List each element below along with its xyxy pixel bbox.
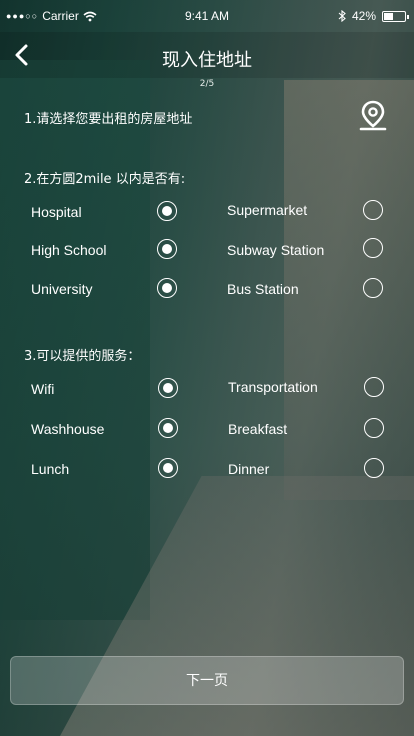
- option-label-subway-station: Subway Station: [227, 242, 325, 258]
- battery-icon: [382, 10, 409, 22]
- radio-hospital[interactable]: [157, 201, 177, 221]
- section-nearby-title: 2.在方圆2mile 以内是否有:: [24, 172, 186, 187]
- background-building-left: [0, 60, 150, 620]
- next-page-button[interactable]: 下一页: [10, 656, 404, 705]
- radio-washhouse[interactable]: [158, 418, 178, 438]
- section-services-title: 3.可以提供的服务：: [24, 349, 141, 364]
- radio-university[interactable]: [157, 278, 177, 298]
- radio-dinner[interactable]: [364, 458, 384, 478]
- location-pin-icon: [359, 100, 387, 131]
- radio-supermarket[interactable]: [363, 200, 383, 220]
- radio-transportation[interactable]: [364, 377, 384, 397]
- battery-percent: 42%: [351, 9, 376, 23]
- option-label-transportation: Transportation: [228, 379, 318, 395]
- radio-lunch[interactable]: [158, 458, 178, 478]
- radio-wifi[interactable]: [158, 378, 178, 398]
- background-building-right: [284, 80, 414, 500]
- page-title: 现入住地址: [162, 50, 252, 71]
- option-label-bus-station: Bus Station: [227, 281, 299, 297]
- option-label-dinner: Dinner: [228, 461, 270, 477]
- radio-subway-station[interactable]: [363, 238, 383, 258]
- radio-high-school[interactable]: [157, 239, 177, 259]
- bluetooth-icon: [338, 10, 346, 22]
- status-right: 42%: [338, 9, 409, 23]
- section-address-title: 1.请选择您要出租的房屋地址: [24, 112, 193, 127]
- option-label-washhouse: Washhouse: [31, 421, 105, 437]
- radio-bus-station[interactable]: [363, 278, 383, 298]
- radio-breakfast[interactable]: [364, 418, 384, 438]
- option-label-supermarket: Supermarket: [227, 202, 308, 218]
- option-label-lunch: Lunch: [31, 461, 70, 477]
- location-pin-button[interactable]: [358, 100, 388, 132]
- status-bar: ●●●○○ Carrier 9:41 AM 42%: [0, 0, 414, 32]
- option-label-wifi: Wifi: [31, 381, 55, 397]
- battery-level: [384, 12, 394, 20]
- option-label-high-school: High School: [31, 242, 107, 258]
- navigation-bar: 现入住地址: [0, 32, 414, 78]
- page-indicator: 2/5: [199, 79, 215, 89]
- option-label-breakfast: Breakfast: [228, 421, 288, 437]
- option-label-hospital: Hospital: [31, 204, 82, 220]
- option-label-university: University: [31, 281, 93, 297]
